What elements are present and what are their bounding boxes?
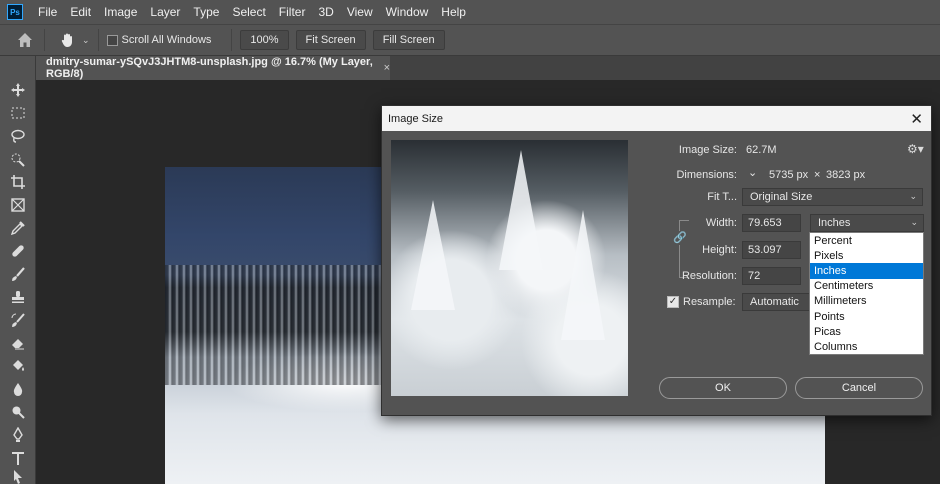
resample-value: Automatic (750, 296, 799, 308)
move-tool-icon[interactable] (9, 81, 27, 99)
unit-option-millimeters[interactable]: Millimeters (810, 294, 923, 309)
chevron-down-icon[interactable]: ⌄ (82, 35, 90, 46)
unit-option-picas[interactable]: Picas (810, 324, 923, 339)
document-tab-title: dmitry-sumar-ySQvJ3JHTM8-unsplash.jpg @ … (46, 56, 373, 80)
menu-view[interactable]: View (347, 5, 373, 19)
resample-select[interactable]: Automatic (742, 293, 810, 311)
menu-file[interactable]: File (38, 5, 57, 19)
brush-tool-icon[interactable] (9, 265, 27, 283)
hand-icon[interactable] (59, 31, 77, 49)
fill-screen-button[interactable]: Fill Screen (372, 30, 445, 50)
image-size-value: 62.7M (746, 144, 777, 156)
preview-tree-shape (499, 150, 543, 270)
path-selection-tool-icon[interactable] (9, 468, 27, 484)
dimensions-label: Dimensions: (676, 169, 737, 181)
preview-tree-shape (411, 200, 455, 310)
dodge-tool-icon[interactable] (9, 403, 27, 421)
menu-image[interactable]: Image (104, 5, 137, 19)
photoshop-window: Ps File Edit Image Layer Type Select Fil… (0, 0, 940, 484)
dimensions-width: 5735 px (769, 169, 809, 181)
menu-type[interactable]: Type (193, 5, 219, 19)
cancel-button[interactable]: Cancel (795, 377, 923, 399)
frame-tool-icon[interactable] (9, 196, 27, 214)
width-unit-select[interactable]: Inches ⌄ (810, 214, 924, 232)
zoom-100-button[interactable]: 100% (240, 30, 289, 50)
home-icon[interactable] (14, 29, 36, 51)
dialog-title: Image Size (388, 112, 444, 125)
height-label: Height: (702, 244, 737, 256)
scroll-all-windows-label: Scroll All Windows (121, 34, 212, 46)
preview-tree-shape (561, 210, 605, 340)
healing-brush-tool-icon[interactable] (9, 242, 27, 260)
unit-option-points[interactable]: Points (810, 309, 923, 324)
scroll-all-windows-checkbox[interactable] (106, 34, 118, 46)
options-bar: ⌄ Scroll All Windows 100% Fit Screen Fil… (0, 24, 940, 56)
divider (231, 29, 233, 51)
blur-tool-icon[interactable] (9, 380, 27, 398)
dialog-title-bar: Image Size ✕ (382, 106, 931, 131)
photoshop-logo-icon: Ps (7, 4, 23, 20)
dimensions-height: 3823 px (826, 169, 866, 181)
gear-icon[interactable]: ⚙▾ (907, 142, 924, 156)
eraser-tool-icon[interactable] (9, 334, 27, 352)
link-icon[interactable]: 🔗 (673, 231, 687, 245)
divider (97, 29, 99, 51)
dimensions-times: × (814, 169, 821, 181)
lasso-tool-icon[interactable] (9, 127, 27, 145)
menu-3d[interactable]: 3D (318, 5, 333, 19)
height-input[interactable]: 53.097 (742, 241, 801, 259)
ok-button[interactable]: OK (659, 377, 787, 399)
menu-help[interactable]: Help (441, 5, 466, 19)
resample-label: Resample: (683, 296, 736, 308)
unit-option-inches[interactable]: Inches (810, 263, 923, 279)
document-tab[interactable]: dmitry-sumar-ySQvJ3JHTM8-unsplash.jpg @ … (36, 56, 390, 80)
unit-option-centimeters[interactable]: Centimeters (810, 279, 923, 294)
close-icon[interactable]: ✕ (910, 110, 923, 128)
tools-panel (0, 56, 36, 484)
crop-tool-icon[interactable] (9, 173, 27, 191)
menu-layer[interactable]: Layer (150, 5, 180, 19)
resolution-label: Resolution: (681, 270, 737, 282)
menu-filter[interactable]: Filter (279, 5, 306, 19)
marquee-tool-icon[interactable] (9, 104, 27, 122)
menu-select[interactable]: Select (232, 5, 265, 19)
unit-option-percent[interactable]: Percent (810, 233, 923, 248)
menu-window[interactable]: Window (386, 5, 429, 19)
width-label: Width: (705, 217, 737, 229)
chevron-down-icon: ⌄ (910, 217, 918, 227)
image-size-label: Image Size: (678, 144, 737, 156)
resample-checkbox[interactable]: ✓ (667, 296, 679, 308)
quick-selection-tool-icon[interactable] (9, 150, 27, 168)
width-input[interactable]: 79.653 (742, 214, 801, 232)
document-tab-bar: dmitry-sumar-ySQvJ3JHTM8-unsplash.jpg @ … (36, 56, 940, 80)
divider (44, 29, 45, 51)
image-preview[interactable] (391, 140, 628, 396)
pen-tool-icon[interactable] (9, 426, 27, 444)
width-unit-value: Inches (818, 217, 851, 229)
chevron-down-icon[interactable]: ⌄ (748, 166, 757, 179)
chevron-down-icon: ⌄ (909, 191, 917, 201)
paint-bucket-tool-icon[interactable] (9, 357, 27, 375)
eyedropper-tool-icon[interactable] (9, 219, 27, 237)
fit-screen-button[interactable]: Fit Screen (295, 30, 366, 50)
close-icon[interactable]: × (384, 62, 390, 74)
clone-stamp-tool-icon[interactable] (9, 288, 27, 306)
fit-to-label: Fit T... (707, 191, 737, 203)
fit-to-select[interactable]: Original Size ⌄ (742, 188, 923, 206)
type-tool-icon[interactable] (9, 449, 27, 467)
menu-edit[interactable]: Edit (70, 5, 91, 19)
fit-to-value: Original Size (750, 191, 813, 203)
unit-option-columns[interactable]: Columns (810, 339, 923, 354)
history-brush-tool-icon[interactable] (9, 311, 27, 329)
menu-bar: Ps File Edit Image Layer Type Select Fil… (0, 0, 940, 24)
unit-dropdown-list: Percent Pixels Inches Centimeters Millim… (809, 232, 924, 355)
unit-option-pixels[interactable]: Pixels (810, 248, 923, 263)
resolution-input[interactable]: 72 (742, 267, 801, 285)
